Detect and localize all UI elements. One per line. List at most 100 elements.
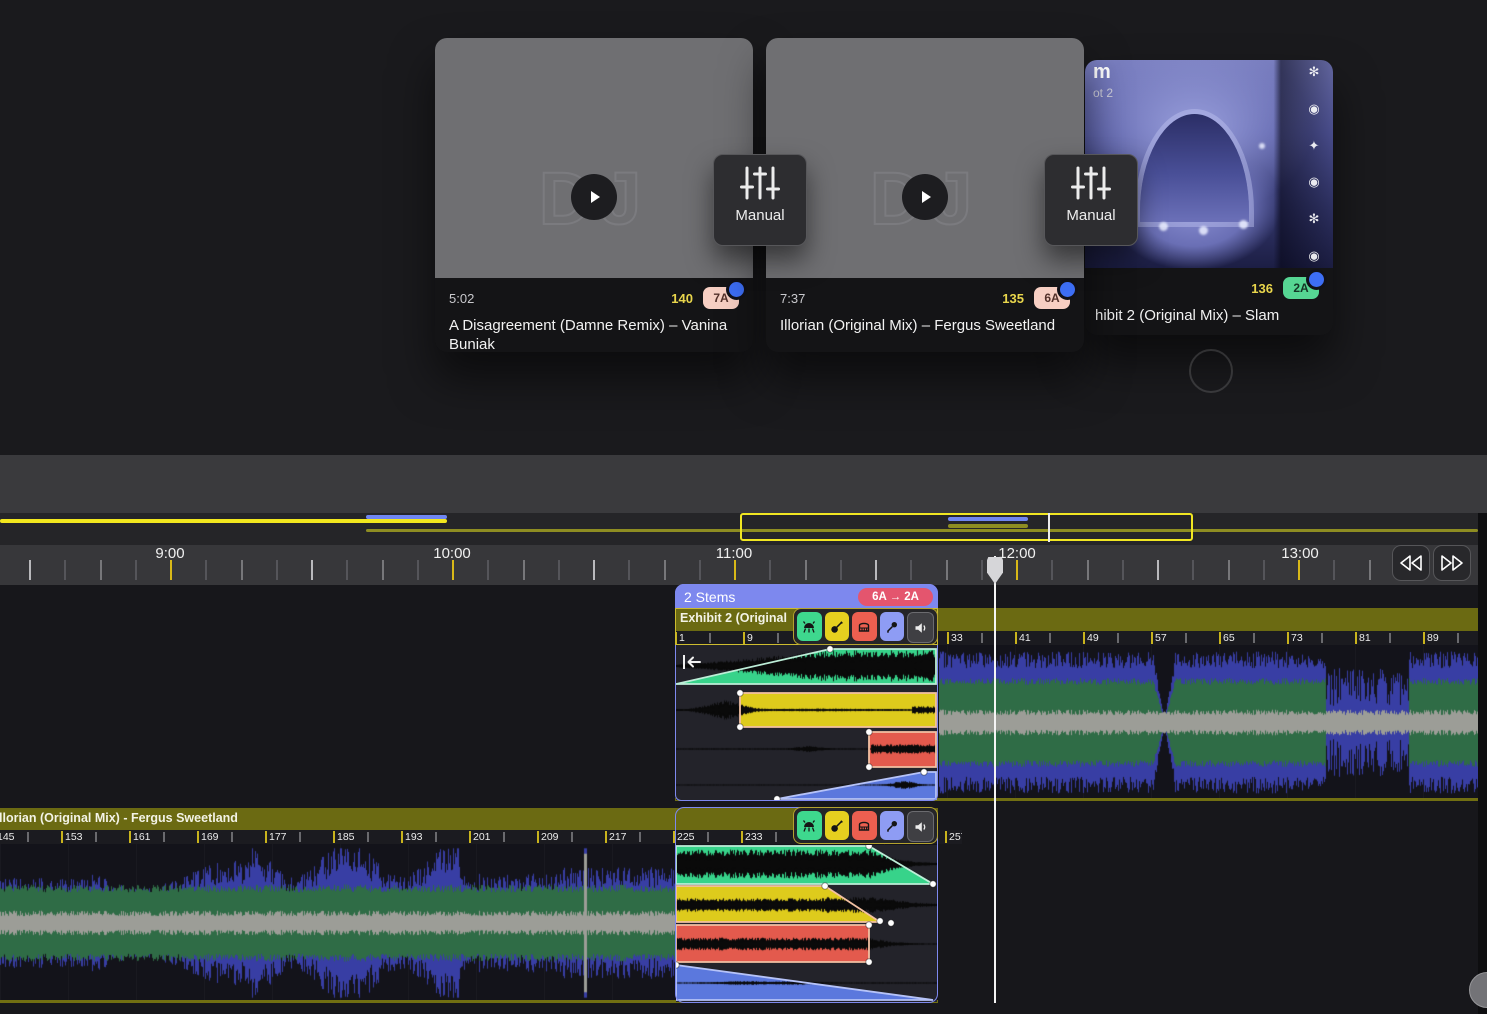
stem-keys-button[interactable] [852,612,877,641]
beat-label: 57 [1155,632,1167,644]
stem-drums-button[interactable] [797,811,822,840]
beat-subtick [95,832,97,842]
beat-subtick [163,832,165,842]
beat-label: 257 [949,831,962,843]
album-art-arch [1140,114,1249,222]
beat-tick [743,632,745,644]
toolbar: Add tracks Automix ↶ ↷ ✂ Edit [0,455,1487,513]
stem-volume-button[interactable] [907,811,934,842]
album-art-caption: mot 2 [1093,62,1113,104]
bpm-value: 136 [1251,281,1273,296]
envelope-point[interactable] [866,729,872,735]
envelope-point[interactable] [888,920,894,926]
stem-envelope-edge [676,925,869,962]
play-preview-button[interactable] [902,174,948,220]
deck-info: 5:02 140 7A A Disagreement (Damne Remix)… [435,278,753,352]
microphone-icon [885,819,899,833]
beat-label: 89 [1427,632,1439,644]
ruler-tick [100,560,102,580]
ruler-tick [875,560,877,580]
beat-label: 201 [473,831,491,843]
ruler-tick [170,560,172,580]
envelope-point[interactable] [774,796,780,800]
ruler-tick [1263,560,1265,580]
stem-vocals-button[interactable] [880,811,905,840]
envelope-point[interactable] [737,724,743,730]
stems-top-envelope-lines[interactable] [676,645,937,800]
envelope-point[interactable] [866,922,872,928]
envelope-point[interactable] [676,962,679,968]
playhead-line[interactable] [994,556,996,1003]
envelope-point[interactable] [921,769,927,775]
transition-manual-button-2[interactable]: Manual [1044,154,1138,246]
key-transition-badge: 6A → 2A [858,588,933,606]
envelope-point[interactable] [737,690,743,696]
hour-label: 13:00 [1281,545,1319,562]
beat-subtick [571,832,573,842]
ruler-tick [593,560,595,580]
transition-mode-label: Manual [735,207,784,224]
track-title: Illorian (Original Mix) – Fergus Sweetla… [780,316,1070,335]
beat-label: 177 [269,831,287,843]
stem-drums-button[interactable] [797,612,822,641]
envelope-point[interactable] [877,918,883,924]
envelope-point[interactable] [930,881,936,887]
track2-waveform[interactable] [0,846,676,1000]
track-a-extent [0,519,447,523]
stem-volume-button[interactable] [907,612,934,643]
beat-subtick [639,832,641,842]
envelope-point[interactable] [822,883,828,889]
transition-mode-label: Manual [1066,207,1115,224]
rewind-button[interactable] [1392,545,1430,581]
transition-manual-button-1[interactable]: Manual [713,154,807,246]
stem-keys-button[interactable] [852,811,877,840]
envelope-point[interactable] [866,845,872,849]
mix-overview[interactable] [0,513,1487,545]
track-title: A Disagreement (Damne Remix) – Vanina Bu… [449,316,739,354]
ruler-tick [910,560,912,580]
deck-card-2[interactable]: DJ 7:37 135 6A Illorian (Original Mix) –… [766,38,1084,352]
beat-tick [1355,632,1357,644]
stems-bottom-envelope-lines[interactable] [676,845,937,1002]
clip-start-handle[interactable] [681,653,703,676]
key-badge: 7A [703,287,739,309]
track1-waveform[interactable] [939,647,1478,798]
scrollbar-track[interactable] [1478,513,1487,1014]
play-preview-button[interactable] [571,174,617,220]
track-title: hibit 2 (Original Mix) – Slam [1095,306,1319,325]
ruler-tick [628,560,630,580]
time-ruler[interactable]: 9:0010:0011:0012:0013:00 [0,545,1487,585]
beat-tick [1287,632,1289,644]
beat-label: 9 [747,632,753,644]
overview-viewport[interactable] [740,513,1193,541]
ruler-tick [1016,560,1018,580]
beat-subtick [299,832,301,842]
envelope-point[interactable] [827,646,833,652]
envelope-point[interactable] [866,959,872,965]
beat-subtick [707,832,709,842]
beat-label: 73 [1291,632,1303,644]
stem-guitar-button[interactable] [825,612,850,641]
stem-envelope-edge [676,649,936,684]
album-art-motifs: ✻◉✦◉✻◉ [1301,64,1327,264]
ruler-tick [840,560,842,580]
deck-artwork-placeholder: DJ [766,38,1084,278]
deck-card-1[interactable]: DJ 5:02 140 7A A Disagreement (Damne Rem… [435,38,753,352]
sync-dot [1057,279,1078,300]
stem-guitar-button[interactable] [825,811,850,840]
ruler-tick [29,560,31,580]
fast-forward-button[interactable] [1433,545,1471,581]
piano-icon [857,620,871,634]
beat-tick [741,831,743,843]
ruler-tick [64,560,66,580]
stems-panel-header[interactable]: 2 Stems 6A → 2A [675,584,938,609]
beat-tick [1015,632,1017,644]
envelope-point[interactable] [866,764,872,770]
beat-label: 209 [541,831,559,843]
beat-subtick [775,832,777,842]
beat-label: 65 [1223,632,1235,644]
stem-vocals-button[interactable] [880,612,905,641]
track1-title: Exhibit 2 (Original [675,608,792,625]
beat-subtick [1389,633,1391,643]
guitar-icon [830,819,844,833]
